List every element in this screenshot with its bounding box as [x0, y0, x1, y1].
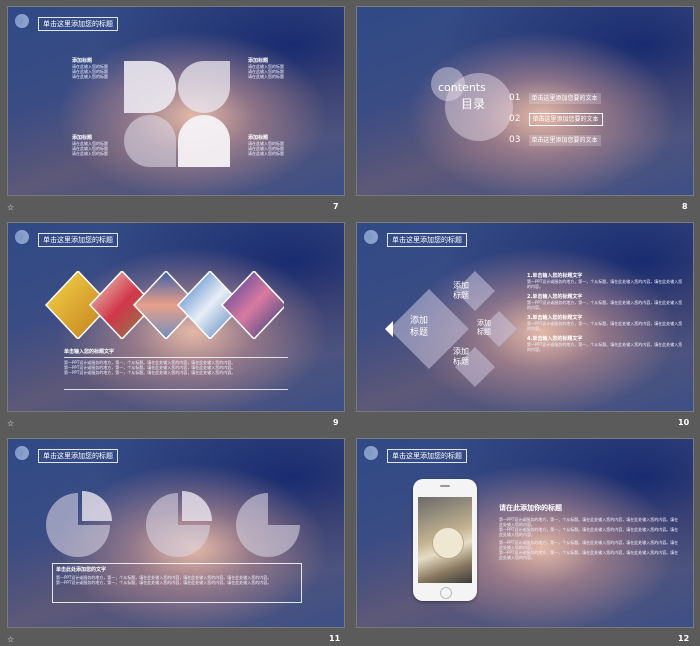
toc-item-2[interactable]: 02 单击这里添加您要的文本 — [509, 106, 603, 126]
slide-title[interactable]: 单击这里添加您的标题 — [38, 17, 118, 31]
footer-star-icon: ☆ — [7, 203, 15, 212]
phone-screen-photo — [418, 497, 472, 583]
phone-mockup — [413, 479, 477, 601]
title-bubble-icon — [15, 230, 29, 244]
diamond-top-label: 添加 标题 — [453, 281, 469, 300]
slide-title[interactable]: 单击这里添加您的标题 — [38, 233, 118, 247]
toc-number: 02 — [509, 114, 521, 124]
slide-7[interactable]: 单击这里添加您的标题 添加标题 请在此输入您的标题 请在此输入您的标题 请在此输… — [7, 6, 345, 196]
page-number: 7 — [333, 202, 339, 211]
heading: 请在此添加你的标题 — [499, 504, 562, 512]
sundial-icon — [432, 527, 464, 559]
slide-10[interactable]: 单击这里添加您的标题 添加 标题 添加 标题 添加 标题 添加 标题 1.单击输… — [356, 222, 694, 412]
label: 添加标题 — [72, 135, 93, 141]
page-number: 10 — [678, 418, 690, 427]
label: 添加标题 — [72, 58, 93, 64]
page-number: 12 — [678, 634, 690, 643]
left-top-text: 添加标题 请在此输入您的标题 请在此输入您的标题 请在此输入您的标题 — [72, 57, 122, 79]
filler: 请在此输入您的标题 — [72, 151, 108, 156]
slide-title[interactable]: 单击这里添加您的标题 — [387, 233, 467, 247]
label: 添加标题 — [248, 135, 269, 141]
list-body: 第一PPT设计或服务的地方，第一，个从标题。填在此处输入您的内容，填在此处输入您… — [527, 321, 683, 331]
toc-text: 单击这里添加您要的文本 — [528, 135, 601, 146]
left-bottom-text: 添加标题 请在此输入您的标题 请在此输入您的标题 请在此输入您的标题 — [72, 134, 122, 156]
title-bubble-icon — [364, 446, 378, 460]
slide-9[interactable]: 单击这里添加您的标题 单击输入您的标题文字 第一PPT设计或服务的地方，第一，个… — [7, 222, 345, 412]
footer-star-icon: ☆ — [7, 635, 15, 644]
list-item: 4.单击输入您的标题文字 第一PPT设计或服务的地方，第一，个从标题。填在此处输… — [527, 336, 685, 352]
filler: 请在此输入您的标题 — [248, 151, 284, 156]
petal-shapes-icon — [124, 61, 230, 167]
filler: 请在此输入您的标题 — [72, 74, 108, 79]
diamond-main-label: 添加 标题 — [410, 316, 429, 338]
toc-text: 单击这里添加您要的文本 — [528, 93, 601, 104]
title-bubble-icon — [15, 14, 29, 28]
photo-diamonds — [44, 271, 284, 339]
arrow-left-icon — [385, 321, 393, 337]
numbered-list: 1.单击输入您的标题文字 第一PPT设计或服务的地方，第一，个从标题。填在此处输… — [527, 273, 685, 352]
pie-shapes — [46, 491, 300, 557]
box-title: 单击此处添加您的文字 — [56, 567, 107, 573]
caption-block: 单击输入您的标题文字 第一PPT设计或服务的地方，第一，个从标题。填在此处输入您… — [64, 349, 288, 390]
label: 添加标题 — [248, 58, 269, 64]
toc-item-1[interactable]: 01 单击这里添加您要的文本 — [509, 85, 601, 104]
right-bottom-text: 添加标题 请在此输入您的标题 请在此输入您的标题 请在此输入您的标题 — [248, 134, 298, 156]
contents-label: contents — [438, 81, 486, 94]
body-text: 第一PPT设计或服务的地方，第一，个从标题。填在此处输入您的内容，填在此处输入您… — [499, 540, 679, 550]
page-number: 11 — [329, 634, 341, 643]
caption-body: 第一PPT设计或服务的地方，第一，个从标题。填在此处输入您的内容，填在此处输入您… — [64, 370, 236, 375]
slide-title[interactable]: 单击这里添加您的标题 — [38, 449, 118, 463]
list-item: 2.单击输入您的标题文字 第一PPT设计或服务的地方，第一，个从标题。填在此处输… — [527, 294, 685, 310]
slide-title[interactable]: 单击这里添加您的标题 — [387, 449, 467, 463]
text-block: 请在此添加你的标题 第一PPT设计或服务的地方，第一，个从标题。填在此处输入您的… — [499, 503, 679, 560]
text-box[interactable]: 单击此处添加您的文字 第一PPT设计或服务的地方，第一，个从标题。填在此处输入您… — [52, 563, 302, 603]
diamond-bottom-label: 添加 标题 — [453, 347, 469, 366]
toc-number: 01 — [509, 93, 521, 103]
page-number: 8 — [682, 202, 688, 211]
phone-speaker-icon — [440, 485, 450, 487]
right-top-text: 添加标题 请在此输入您的标题 请在此输入您的标题 请在此输入您的标题 — [248, 57, 298, 79]
box-body: 第一PPT设计或服务的地方，第一，个从标题。填在此处输入您的内容，填在此处输入您… — [56, 580, 272, 585]
list-body: 第一PPT设计或服务的地方，第一，个从标题。填在此处输入您的内容，填在此处输入您… — [527, 279, 683, 289]
list-body: 第一PPT设计或服务的地方，第一，个从标题。填在此处输入您的内容，填在此处输入您… — [527, 300, 683, 310]
title-bubble-icon — [364, 230, 378, 244]
body-text: 第一PPT设计或服务的地方，第一，个从标题。填在此处输入您的内容，填在此处输入您… — [499, 527, 679, 537]
slide-8[interactable]: contents 目录 01 单击这里添加您要的文本 02 单击这里添加您要的文… — [356, 6, 694, 196]
footer-star-icon: ☆ — [7, 419, 15, 428]
slide-11[interactable]: 单击这里添加您的标题 单击此处添加您的文字 第一PPT设计或服务的地方，第一，个… — [7, 438, 345, 628]
filler: 请在此输入您的标题 — [248, 74, 284, 79]
toc-text: 单击这里添加您要的文本 — [528, 113, 603, 126]
body-text: 第一PPT设计或服务的地方，第一，个从标题。填在此处输入您的内容，填在此处输入您… — [499, 550, 679, 560]
phone-home-button — [440, 587, 452, 599]
toc-item-3[interactable]: 03 单击这里添加您要的文本 — [509, 127, 601, 146]
page-number: 9 — [333, 418, 339, 427]
list-item: 3.单击输入您的标题文字 第一PPT设计或服务的地方，第一，个从标题。填在此处输… — [527, 315, 685, 331]
body-text: 第一PPT设计或服务的地方，第一，个从标题。填在此处输入您的内容，填在此处输入您… — [499, 517, 679, 527]
contents-cn-label: 目录 — [461, 97, 486, 111]
list-body: 第一PPT设计或服务的地方，第一，个从标题。填在此处输入您的内容，填在此处输入您… — [527, 342, 683, 352]
title-bubble-icon — [15, 446, 29, 460]
list-item: 1.单击输入您的标题文字 第一PPT设计或服务的地方，第一，个从标题。填在此处输… — [527, 273, 685, 289]
dusk-tree-photo — [220, 271, 284, 339]
diamond-right-label: 添加 标题 — [477, 319, 491, 336]
toc-number: 03 — [509, 135, 521, 145]
caption-title: 单击输入您的标题文字 — [64, 349, 115, 355]
slide-12[interactable]: 单击这里添加您的标题 请在此添加你的标题 第一PPT设计或服务的地方，第一，个从… — [356, 438, 694, 628]
